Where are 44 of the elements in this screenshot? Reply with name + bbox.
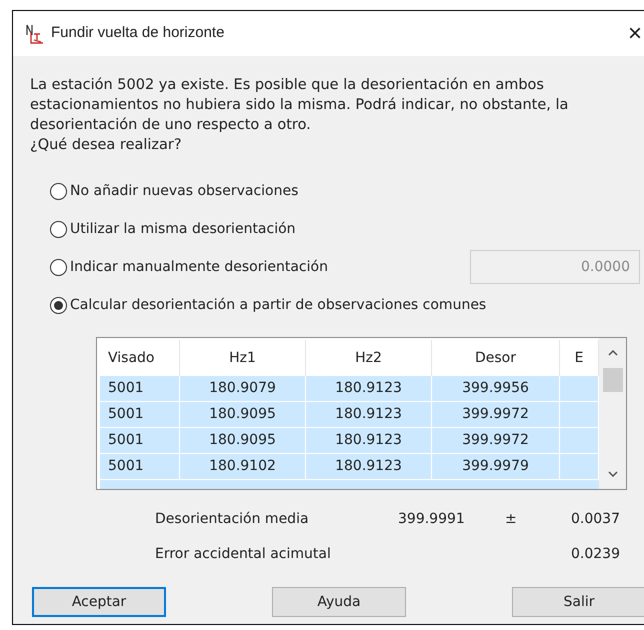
table-cell: 5001 [100, 402, 180, 427]
window-title: Fundir vuelta de horizonte [51, 23, 224, 44]
table-cell: 5001 [100, 428, 180, 453]
table-cell: 180.9123 [306, 376, 432, 401]
scroll-up-icon[interactable] [608, 350, 618, 356]
table-cell: 180.9123 [306, 454, 432, 479]
summary-label: Desorientación media [155, 510, 310, 528]
radio-button[interactable] [50, 220, 67, 238]
table-cell: 180.9095 [180, 402, 306, 427]
message-text: La estación 5002 ya existe. Es posible que la desorientación en ambos estacionamientos no hubiera sido la misma. Podrá indicar, no obstante, la desorientación de uno respecto a otro. ¿Qué desea realizar? [30, 76, 570, 155]
table-row[interactable]: 5001 180.9095 180.9123 399.9972 [100, 428, 599, 454]
radio-button[interactable] [50, 296, 67, 314]
option-label[interactable]: Utilizar la misma desorientación [70, 218, 296, 240]
dialog-button[interactable]: Aceptar [32, 587, 166, 617]
table-cell: 399.9979 [432, 454, 560, 479]
table-cell: 399.9972 [432, 428, 560, 453]
plus-minus-sign: ± [505, 510, 517, 528]
table-cell: 180.9102 [180, 454, 306, 479]
table-cell: 399.9956 [432, 376, 560, 401]
dialog-button[interactable]: Salir [512, 587, 644, 617]
table-cell: 180.9123 [306, 428, 432, 453]
scroll-thumb[interactable] [602, 368, 622, 392]
close-button[interactable]: × [628, 22, 644, 46]
option-label[interactable]: No añadir nuevas observaciones [70, 180, 298, 202]
table-cell: 180.9123 [306, 402, 432, 427]
table-cell: 399.9972 [432, 402, 560, 427]
scrollbar[interactable] [599, 338, 626, 489]
radio-button[interactable] [50, 182, 67, 200]
error-value: 0.0239 [571, 544, 620, 564]
radio-button[interactable] [50, 258, 67, 276]
table-row[interactable]: 5001 180.9102 180.9123 399.9979 [100, 454, 599, 480]
option-label[interactable]: Indicar manualmente desorientación [70, 256, 328, 278]
table-cell: 180.9079 [180, 376, 306, 401]
table-cell: 5001 [100, 454, 180, 479]
table-row[interactable]: 5001 180.9079 180.9123 399.9956 [100, 376, 599, 402]
error-value: 0.0037 [571, 510, 620, 528]
table-cell: 5001 [100, 376, 180, 401]
dialog-button[interactable]: Ayuda [272, 587, 406, 617]
summary-label: Error accidental acimutal [155, 544, 332, 564]
scroll-down-icon[interactable] [608, 471, 618, 477]
table-row[interactable]: 5001 180.9095 180.9123 399.9972 [100, 402, 599, 428]
table-cell: 180.9095 [180, 428, 306, 453]
summary-value: 399.9991 [398, 510, 466, 528]
option-label[interactable]: Calcular desorientación a partir de observaciones comunes [70, 294, 486, 316]
